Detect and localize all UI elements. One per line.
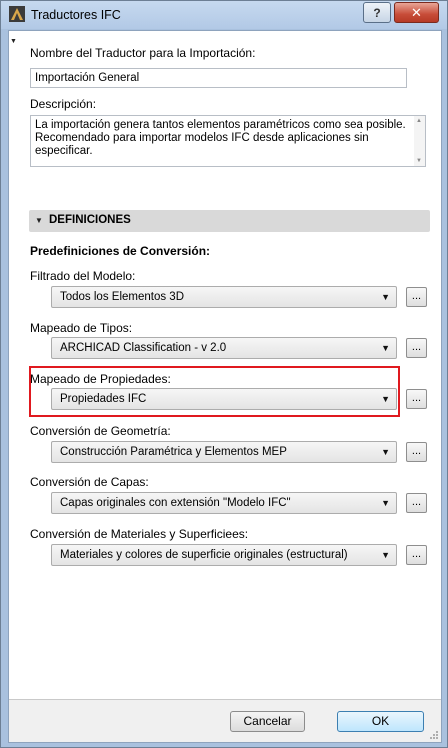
dialog-client-area: ▼ Nombre del Traductor para la Importaci… xyxy=(8,30,442,743)
material-conversion-label: Conversión de Materiales y Superficiees: xyxy=(30,527,249,541)
definitions-section-title: DEFINICIONES xyxy=(49,214,131,226)
material-conversion-settings-button[interactable]: ... xyxy=(406,545,427,565)
geometry-conversion-value: Construcción Paramétrica y Elementos MEP xyxy=(60,446,287,458)
chevron-down-icon: ▼ xyxy=(381,550,390,560)
chevron-down-icon: ▼ xyxy=(381,498,390,508)
section-expand-icon: ▼ xyxy=(35,216,43,225)
dialog-window: Traductores IFC ? ✕ ▼ Nombre del Traduct… xyxy=(0,0,448,748)
chevron-down-icon: ▼ xyxy=(381,394,390,404)
model-filter-dropdown[interactable]: Todos los Elementos 3D ▼ xyxy=(51,286,397,308)
property-mapping-dropdown[interactable]: Propiedades IFC ▼ xyxy=(51,388,397,410)
scroll-down-icon[interactable]: ▼ xyxy=(416,158,422,164)
window-title: Traductores IFC xyxy=(31,8,121,22)
scroll-up-icon[interactable]: ▲ xyxy=(416,118,422,124)
type-mapping-settings-button[interactable]: ... xyxy=(406,338,427,358)
chevron-down-icon: ▼ xyxy=(381,447,390,457)
property-mapping-value: Propiedades IFC xyxy=(60,393,147,405)
translator-name-label: Nombre del Traductor para la Importación… xyxy=(30,46,256,60)
model-filter-value: Todos los Elementos 3D xyxy=(60,291,185,303)
description-field[interactable]: La importación genera tantos elementos p… xyxy=(30,115,426,167)
type-mapping-label: Mapeado de Tipos: xyxy=(30,321,133,335)
type-mapping-value: ARCHICAD Classification - v 2.0 xyxy=(60,342,227,354)
help-button[interactable]: ? xyxy=(363,2,391,23)
resize-grip-icon[interactable] xyxy=(429,730,439,740)
close-button[interactable]: ✕ xyxy=(394,2,439,23)
title-bar[interactable]: Traductores IFC ? ✕ xyxy=(1,1,447,29)
layer-conversion-label: Conversión de Capas: xyxy=(30,475,149,489)
geometry-conversion-dropdown[interactable]: Construcción Paramétrica y Elementos MEP… xyxy=(51,441,397,463)
geometry-conversion-settings-button[interactable]: ... xyxy=(406,442,427,462)
property-mapping-settings-button[interactable]: ... xyxy=(406,389,427,409)
description-text: La importación genera tantos elementos p… xyxy=(35,119,406,157)
layer-conversion-settings-button[interactable]: ... xyxy=(406,493,427,513)
type-mapping-dropdown[interactable]: ARCHICAD Classification - v 2.0 ▼ xyxy=(51,337,397,359)
translator-name-field[interactable]: Importación General xyxy=(30,68,407,88)
conversion-presets-heading: Predefiniciones de Conversión: xyxy=(30,244,211,258)
description-label: Descripción: xyxy=(30,97,97,111)
model-filter-label: Filtrado del Modelo: xyxy=(30,269,136,283)
layer-conversion-value: Capas originales con extensión "Modelo I… xyxy=(60,497,291,509)
geometry-conversion-label: Conversión de Geometría: xyxy=(30,424,171,438)
layer-conversion-dropdown[interactable]: Capas originales con extensión "Modelo I… xyxy=(51,492,397,514)
ok-button[interactable]: OK xyxy=(337,711,424,732)
model-filter-settings-button[interactable]: ... xyxy=(406,287,427,307)
dialog-content: ▼ Nombre del Traductor para la Importaci… xyxy=(9,31,441,700)
description-scrollbar[interactable]: ▲ ▼ xyxy=(414,116,425,166)
material-conversion-dropdown[interactable]: Materiales y colores de superficie origi… xyxy=(51,544,397,566)
cancel-button[interactable]: Cancelar xyxy=(230,711,305,732)
property-mapping-label: Mapeado de Propiedades: xyxy=(30,372,171,386)
archicad-icon xyxy=(9,6,25,22)
material-conversion-value: Materiales y colores de superficie origi… xyxy=(60,549,348,561)
chevron-down-icon: ▼ xyxy=(381,343,390,353)
definitions-section-header[interactable]: ▼ DEFINICIONES xyxy=(29,210,430,232)
collapse-arrow-icon[interactable]: ▼ xyxy=(10,38,17,45)
chevron-down-icon: ▼ xyxy=(381,292,390,302)
